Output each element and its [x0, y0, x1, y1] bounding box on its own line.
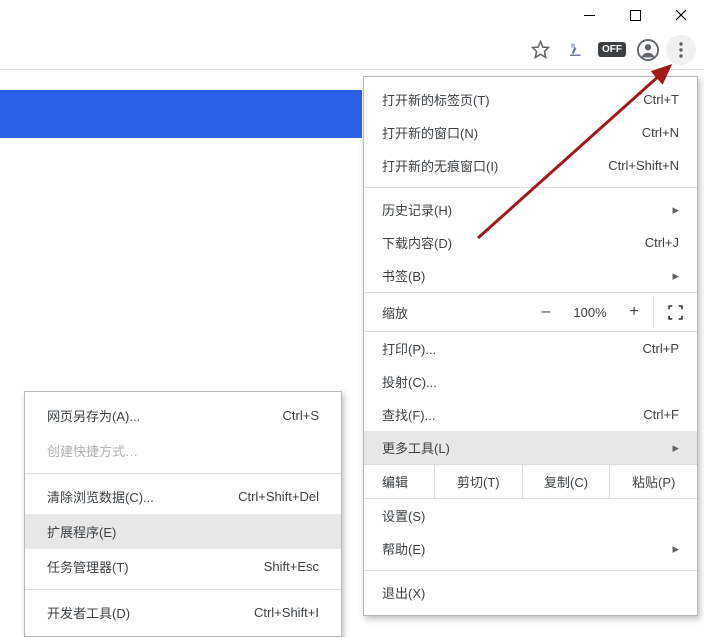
menu-shortcut: Ctrl+J: [645, 235, 679, 250]
submenu-dev-tools[interactable]: 开发者工具(D) Ctrl+Shift+I: [25, 595, 341, 630]
menu-shortcut: Ctrl+T: [643, 92, 679, 107]
menu-print[interactable]: 打印(P)... Ctrl+P: [364, 332, 697, 365]
menu-shortcut: Ctrl+P: [643, 341, 679, 356]
menu-new-tab[interactable]: 打开新的标签页(T) Ctrl+T: [364, 83, 697, 116]
menu-label: 历史记录(H): [382, 200, 452, 219]
menu-find[interactable]: 查找(F)... Ctrl+F: [364, 398, 697, 431]
extension-1-button[interactable]: [558, 32, 594, 68]
window-maximize-button[interactable]: [612, 0, 658, 30]
menu-shortcut: Ctrl+Shift+N: [608, 158, 679, 173]
microscope-icon: [567, 41, 585, 59]
menu-zoom-row: 缩放 – 100% +: [364, 292, 697, 332]
submenu-label: 扩展程序(E): [47, 522, 116, 541]
menu-settings[interactable]: 设置(S): [364, 499, 697, 532]
zoom-percent: 100%: [565, 305, 615, 320]
star-icon: [531, 40, 550, 59]
window-titlebar: [0, 0, 704, 30]
menu-label: 打印(P)...: [382, 339, 436, 358]
menu-incognito[interactable]: 打开新的无痕窗口(I) Ctrl+Shift+N: [364, 149, 697, 182]
submenu-label: 创建快捷方式…: [47, 441, 138, 460]
submenu-label: 清除浏览数据(C)...: [47, 487, 154, 506]
menu-label: 打开新的窗口(N): [382, 123, 478, 142]
person-icon: [637, 39, 659, 61]
fullscreen-button[interactable]: [653, 297, 697, 327]
maximize-icon: [630, 10, 641, 21]
menu-more-tools[interactable]: 更多工具(L) ▸: [364, 431, 697, 464]
window-close-button[interactable]: [658, 0, 704, 30]
menu-separator: [364, 570, 697, 571]
submenu-shortcut: Shift+Esc: [264, 559, 319, 574]
profile-button[interactable]: [630, 32, 666, 68]
chevron-right-icon: ▸: [672, 541, 679, 557]
extension-off-button[interactable]: OFF: [594, 32, 630, 68]
menu-separator: [25, 589, 341, 590]
menu-downloads[interactable]: 下载内容(D) Ctrl+J: [364, 226, 697, 259]
menu-shortcut: Ctrl+F: [643, 407, 679, 422]
menu-label: 书签(B): [382, 266, 425, 285]
submenu-label: 开发者工具(D): [47, 603, 130, 622]
chevron-right-icon: ▸: [672, 202, 679, 218]
submenu-shortcut: Ctrl+S: [283, 408, 319, 423]
menu-label: 下载内容(D): [382, 233, 452, 252]
submenu-label: 任务管理器(T): [47, 557, 129, 576]
close-icon: [675, 9, 687, 21]
menu-cast[interactable]: 投射(C)...: [364, 365, 697, 398]
menu-edit-row: 编辑 剪切(T) 复制(C) 粘贴(P): [364, 464, 697, 499]
zoom-in-button[interactable]: +: [615, 303, 653, 321]
menu-label: 打开新的标签页(T): [382, 90, 490, 109]
page-banner: [0, 90, 362, 138]
zoom-out-button[interactable]: –: [527, 303, 565, 321]
more-tools-submenu: 网页另存为(A)... Ctrl+S 创建快捷方式… 清除浏览数据(C)... …: [24, 391, 342, 637]
main-menu: 打开新的标签页(T) Ctrl+T 打开新的窗口(N) Ctrl+N 打开新的无…: [363, 76, 698, 616]
window-minimize-button[interactable]: [566, 0, 612, 30]
edit-label: 编辑: [364, 465, 434, 498]
menu-label: 更多工具(L): [382, 438, 450, 457]
menu-label: 退出(X): [382, 583, 425, 602]
submenu-task-manager[interactable]: 任务管理器(T) Shift+Esc: [25, 549, 341, 584]
menu-separator: [364, 187, 697, 188]
submenu-save-page[interactable]: 网页另存为(A)... Ctrl+S: [25, 398, 341, 433]
edit-copy-button[interactable]: 复制(C): [522, 465, 610, 498]
kebab-menu-button[interactable]: [666, 35, 696, 65]
menu-shortcut: Ctrl+N: [642, 125, 679, 140]
submenu-clear-data[interactable]: 清除浏览数据(C)... Ctrl+Shift+Del: [25, 479, 341, 514]
submenu-extensions[interactable]: 扩展程序(E): [25, 514, 341, 549]
minimize-icon: [584, 10, 595, 21]
menu-exit[interactable]: 退出(X): [364, 576, 697, 609]
menu-new-window[interactable]: 打开新的窗口(N) Ctrl+N: [364, 116, 697, 149]
menu-help[interactable]: 帮助(E) ▸: [364, 532, 697, 565]
menu-label: 打开新的无痕窗口(I): [382, 156, 498, 175]
submenu-shortcut: Ctrl+Shift+I: [254, 605, 319, 620]
edit-cut-button[interactable]: 剪切(T): [434, 465, 522, 498]
menu-label: 投射(C)...: [382, 372, 437, 391]
edit-paste-button[interactable]: 粘贴(P): [609, 465, 697, 498]
zoom-label: 缩放: [382, 303, 408, 322]
menu-bookmarks[interactable]: 书签(B) ▸: [364, 259, 697, 292]
chevron-right-icon: ▸: [672, 268, 679, 284]
submenu-shortcut: Ctrl+Shift+Del: [238, 489, 319, 504]
menu-history[interactable]: 历史记录(H) ▸: [364, 193, 697, 226]
submenu-create-shortcut: 创建快捷方式…: [25, 433, 341, 468]
off-badge: OFF: [598, 42, 626, 57]
browser-toolbar: OFF: [0, 30, 704, 70]
menu-separator: [25, 473, 341, 474]
menu-label: 设置(S): [382, 506, 425, 525]
fullscreen-icon: [668, 305, 683, 320]
menu-label: 查找(F)...: [382, 405, 435, 424]
submenu-label: 网页另存为(A)...: [47, 406, 140, 425]
bookmark-star-button[interactable]: [522, 32, 558, 68]
menu-label: 帮助(E): [382, 539, 425, 558]
kebab-icon: [679, 42, 683, 58]
chevron-right-icon: ▸: [672, 440, 679, 456]
